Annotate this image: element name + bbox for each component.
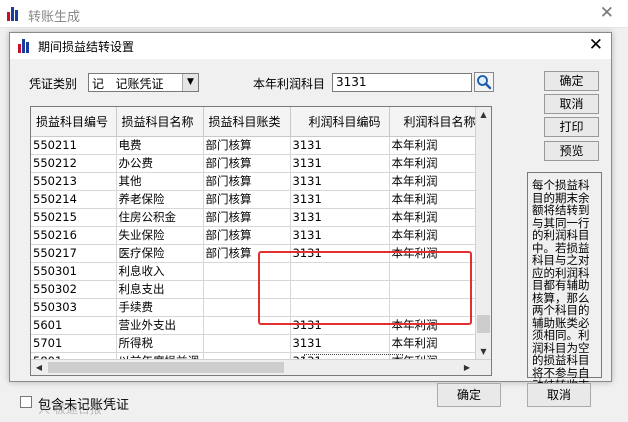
table-cell[interactable]: 本年利润 — [389, 334, 489, 353]
table-cell[interactable]: 5701 — [31, 334, 117, 353]
table-cell[interactable]: 550302 — [31, 280, 117, 299]
annotation-highlight-box — [258, 251, 472, 325]
table-cell[interactable]: 550215 — [31, 208, 117, 227]
table-cell[interactable]: 3131 — [290, 136, 390, 155]
cancel-button[interactable]: 取消 — [544, 94, 599, 114]
table-cell[interactable]: 本年利润 — [389, 172, 489, 191]
outer-window-title: 转账生成 — [28, 10, 81, 25]
scroll-left-arrow-icon[interactable]: ◀ — [31, 360, 47, 375]
table-cell[interactable]: 本年利润 — [389, 154, 489, 173]
table-cell[interactable]: 本年利润 — [389, 190, 489, 209]
table-cell[interactable]: 部门核算 — [203, 190, 291, 209]
pl-transfer-grid[interactable]: 损益科目编号 损益科目名称 损益科目账类 利润科目编码 利润科目名称 55021… — [30, 106, 492, 376]
table-cell[interactable]: 养老保险 — [116, 190, 204, 209]
preview-button[interactable]: 预览 — [544, 141, 599, 161]
table-cell[interactable]: 住房公积金 — [116, 208, 204, 227]
scrollbar-thumb[interactable] — [477, 315, 490, 333]
table-row[interactable]: 550211 电费 部门核算 3131 本年利润 — [31, 136, 489, 155]
voucher-type-select[interactable]: 记 记账凭证 ▼ — [88, 73, 199, 92]
voucher-type-label: 凭证类别 — [29, 77, 78, 91]
table-cell[interactable]: 550213 — [31, 172, 117, 191]
table-cell[interactable]: 3131 — [290, 208, 390, 227]
table-cell[interactable]: 部门核算 — [203, 136, 291, 155]
table-cell[interactable]: 办公费 — [116, 154, 204, 173]
table-cell[interactable]: 部门核算 — [203, 226, 291, 245]
column-header[interactable]: 利润科目编码 — [290, 107, 390, 137]
table-cell[interactable]: 550303 — [31, 298, 117, 317]
dialog-titlebar: 期间损益结转设置 ✕ — [10, 33, 611, 59]
scrollbar-thumb[interactable] — [48, 362, 284, 373]
table-cell[interactable]: 部门核算 — [203, 208, 291, 227]
table-cell[interactable]: 所得税 — [116, 334, 204, 353]
outer-ok-button[interactable]: 确定 — [437, 383, 501, 407]
table-row[interactable]: 550216 失业保险 部门核算 3131 本年利润 — [31, 226, 489, 245]
table-cell[interactable]: 其他 — [116, 172, 204, 191]
table-cell[interactable]: 5601 — [31, 316, 117, 335]
table-cell[interactable]: 医疗保险 — [116, 244, 204, 263]
app-logo-icon — [18, 39, 32, 53]
table-cell[interactable]: 3131 — [290, 154, 390, 173]
table-cell[interactable]: 550214 — [31, 190, 117, 209]
scroll-up-arrow-icon[interactable]: ▲ — [476, 107, 491, 123]
vertical-scrollbar[interactable]: ▲ ▼ — [475, 107, 491, 360]
table-cell[interactable]: 电费 — [116, 136, 204, 155]
table-cell[interactable]: 550216 — [31, 226, 117, 245]
table-cell[interactable]: 3131 — [290, 226, 390, 245]
profit-account-input[interactable]: 3131 — [332, 73, 472, 92]
column-header[interactable]: 损益科目账类 — [203, 107, 291, 137]
outer-close-icon[interactable]: ✕ — [600, 3, 614, 23]
table-cell[interactable]: 营业外支出 — [116, 316, 204, 335]
print-button[interactable]: 打印 — [544, 117, 599, 137]
column-header[interactable]: 利润科目名称 — [389, 107, 489, 137]
table-cell[interactable]: 失业保险 — [116, 226, 204, 245]
voucher-type-value: 记 记账凭证 — [92, 77, 164, 91]
profit-account-label: 本年利润科目 — [253, 77, 326, 91]
column-header[interactable]: 损益科目编号 — [31, 107, 117, 137]
table-cell[interactable]: 本年利润 — [389, 226, 489, 245]
table-cell[interactable]: 部门核算 — [203, 154, 291, 173]
chevron-down-icon[interactable]: ▼ — [182, 74, 198, 91]
outer-window-titlebar: 转账生成 ✕ — [0, 0, 628, 28]
scroll-right-arrow-icon[interactable]: ▶ — [459, 360, 475, 375]
dialog-title: 期间损益结转设置 — [38, 40, 135, 54]
column-header[interactable]: 损益科目名称 — [116, 107, 204, 137]
watermark: 人 极速日报 — [38, 402, 102, 416]
include-unposted-checkbox[interactable] — [20, 396, 32, 408]
table-row[interactable]: 550215 住房公积金 部门核算 3131 本年利润 — [31, 208, 489, 227]
table-cell[interactable]: 本年利润 — [389, 208, 489, 227]
table-cell[interactable]: 部门核算 — [203, 172, 291, 191]
table-cell[interactable]: 手续费 — [116, 298, 204, 317]
table-cell[interactable]: 550301 — [31, 262, 117, 281]
table-cell[interactable]: 利息支出 — [116, 280, 204, 299]
table-cell[interactable]: 550211 — [31, 136, 117, 155]
table-row[interactable]: 550213 其他 部门核算 3131 本年利润 — [31, 172, 489, 191]
table-cell[interactable]: 3131 — [290, 172, 390, 191]
table-row[interactable]: 550214 养老保险 部门核算 3131 本年利润 — [31, 190, 489, 209]
table-cell[interactable]: 利息收入 — [116, 262, 204, 281]
app-logo-icon — [7, 7, 21, 21]
grid-table: 损益科目编号 损益科目名称 损益科目账类 利润科目编码 利润科目名称 55021… — [31, 107, 489, 371]
table-cell[interactable]: 3131 — [290, 190, 390, 209]
table-row[interactable]: 5701 所得税 3131 本年利润 — [31, 334, 489, 353]
ok-button[interactable]: 确定 — [544, 71, 599, 91]
horizontal-scrollbar[interactable]: ◀ ▶ — [31, 359, 491, 375]
scroll-down-arrow-icon[interactable]: ▼ — [476, 344, 491, 360]
search-icon[interactable] — [474, 72, 494, 92]
dialog-close-icon[interactable]: ✕ — [589, 35, 603, 55]
instruction-note: 每个损益科目的期末余额将结转到与其同一行的利润科目中。若损益科目与之对应的利润科… — [527, 172, 602, 391]
table-cell[interactable]: 3131 — [290, 334, 390, 353]
table-row[interactable]: 550212 办公费 部门核算 3131 本年利润 — [31, 154, 489, 173]
table-cell[interactable] — [203, 334, 291, 353]
table-cell[interactable]: 550212 — [31, 154, 117, 173]
table-cell[interactable]: 550217 — [31, 244, 117, 263]
table-cell[interactable]: 本年利润 — [389, 136, 489, 155]
outer-cancel-button[interactable]: 取消 — [527, 383, 591, 407]
period-pl-transfer-dialog: 期间损益结转设置 ✕ 凭证类别 记 记账凭证 ▼ 本年利润科目 3131 确定 … — [9, 32, 612, 391]
